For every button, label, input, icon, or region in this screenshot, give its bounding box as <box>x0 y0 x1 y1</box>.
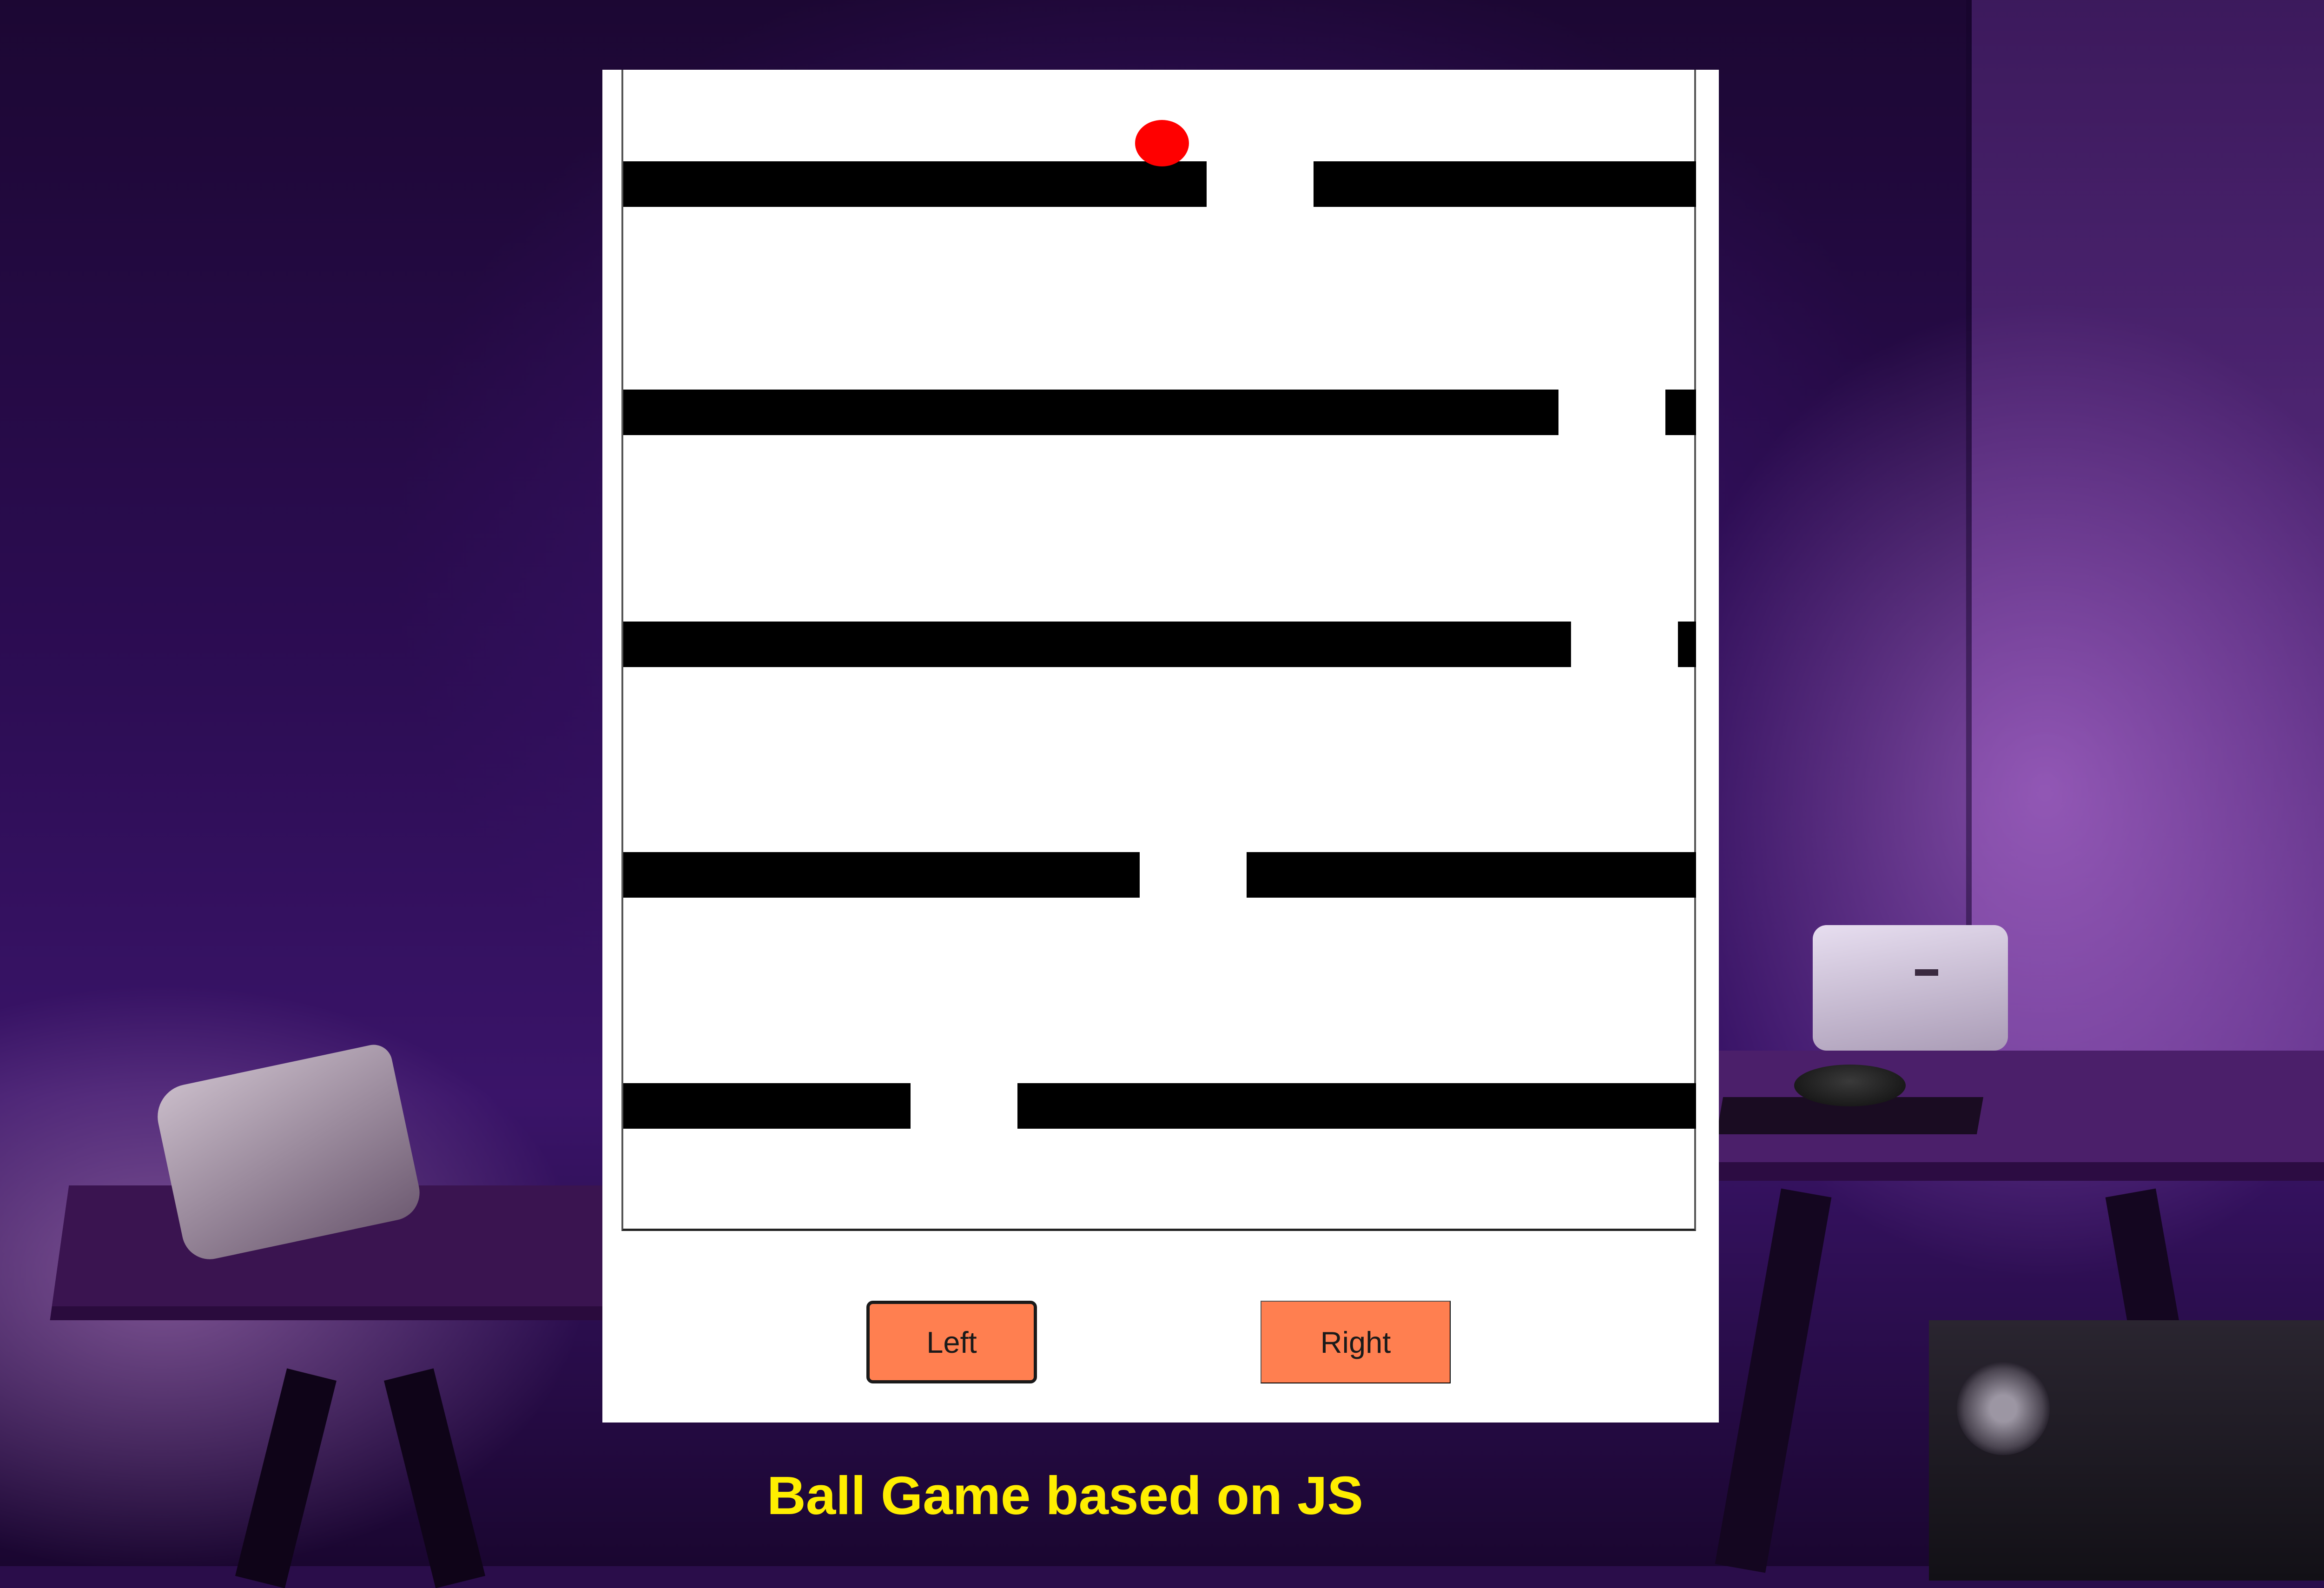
background-wall-corner <box>1966 0 1972 1069</box>
game-board <box>621 70 1696 1231</box>
background-pc-case <box>1929 1320 2324 1581</box>
game-panel: Left Right <box>602 70 1719 1423</box>
background-speaker-right <box>1813 925 2008 1051</box>
page-caption: Ball Game based on JS <box>767 1465 1363 1526</box>
background-mouse <box>1794 1065 1906 1106</box>
left-button[interactable]: Left <box>866 1301 1037 1383</box>
platform-bar <box>1247 852 1696 898</box>
platform-bar <box>623 390 1558 435</box>
platform-bar <box>623 622 1571 667</box>
right-button[interactable]: Right <box>1261 1301 1451 1383</box>
platform-bar <box>1314 161 1696 207</box>
platform-bar <box>623 1083 911 1129</box>
background-wall <box>1972 0 2324 1069</box>
platform-bar <box>623 852 1140 898</box>
platform-bar <box>1678 622 1696 667</box>
platform-bar <box>623 161 1207 207</box>
platform-bar <box>1665 390 1696 435</box>
platform-bar <box>1017 1083 1696 1129</box>
ball <box>1135 120 1189 166</box>
